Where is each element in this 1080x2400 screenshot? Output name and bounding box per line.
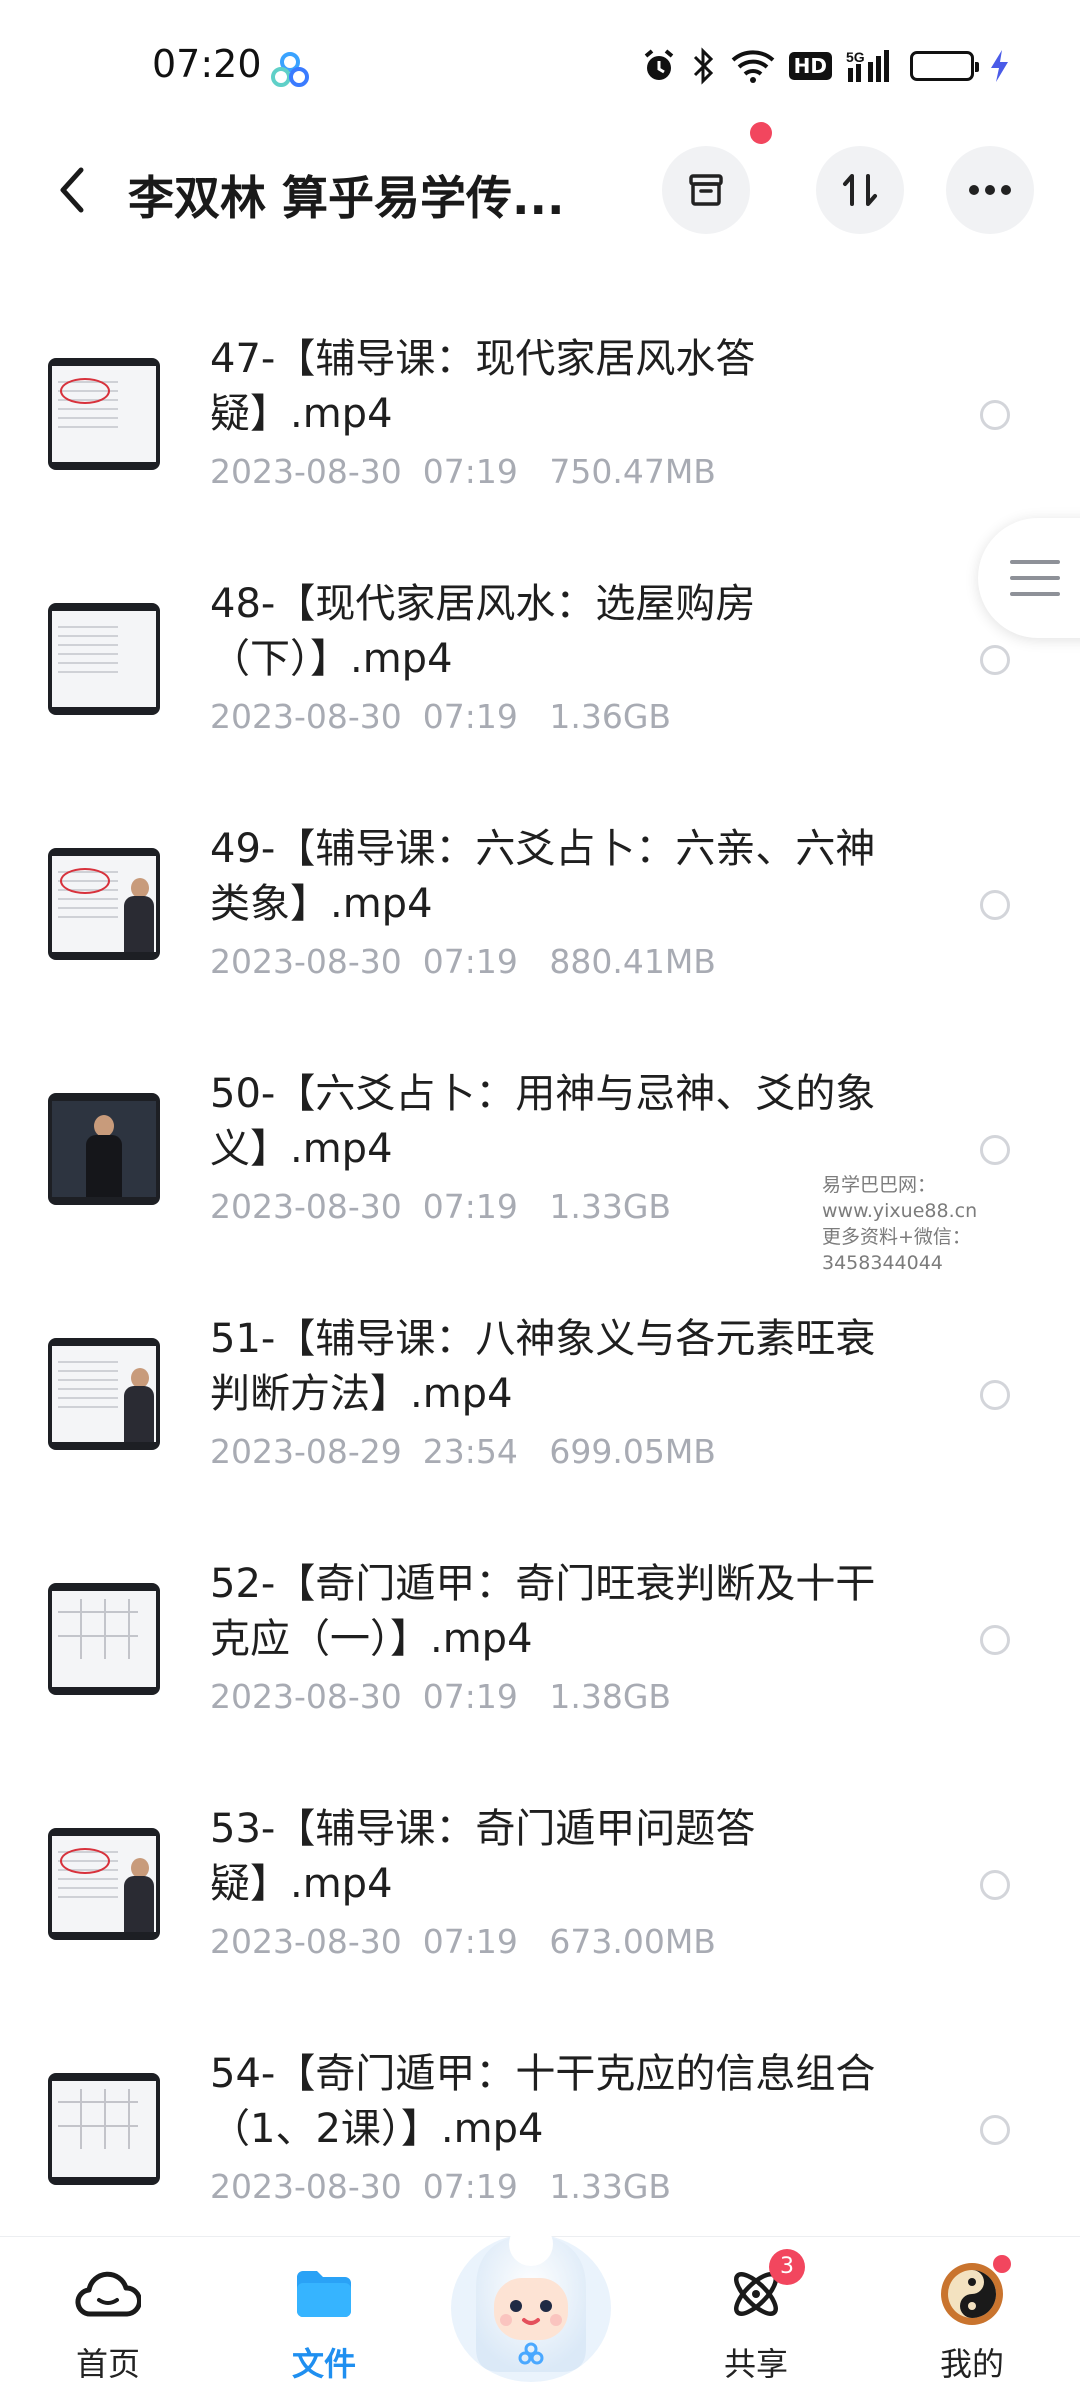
nav-label: 共享 xyxy=(723,2345,788,2383)
page-header: 李双林 算乎易学传... xyxy=(0,130,1080,250)
select-checkbox[interactable] xyxy=(980,645,1010,675)
app-cloud-icon xyxy=(271,52,309,87)
status-bar: 07:20 HD 5G xyxy=(0,0,1080,120)
nav-label: 文件 xyxy=(291,2345,356,2383)
file-item[interactable]: 51-【辅导课：八神象义与各元素旺衰判断方法】.mp4 2023-08-29 2… xyxy=(0,1270,1080,1515)
nav-share[interactable]: 3 共享 xyxy=(676,2249,836,2385)
select-checkbox[interactable] xyxy=(980,400,1010,430)
nav-mine[interactable]: 我的 xyxy=(892,2253,1052,2385)
nav-files[interactable]: 文件 xyxy=(244,2259,404,2385)
archive-button[interactable] xyxy=(662,146,750,234)
back-button[interactable] xyxy=(48,160,96,220)
select-checkbox[interactable] xyxy=(980,1870,1010,1900)
file-meta: 2023-08-30 07:19 1.33GB xyxy=(210,1187,672,1226)
file-meta: 2023-08-30 07:19 673.00MB xyxy=(210,1922,716,1961)
select-checkbox[interactable] xyxy=(980,1135,1010,1165)
notification-dot xyxy=(750,122,772,144)
file-name: 52-【奇门遁甲：奇门旺衰判断及十干克应（一）】.mp4 xyxy=(210,1561,876,1662)
file-item[interactable]: 47-【辅导课：现代家居风水答疑】.mp4 2023-08-30 07:19 7… xyxy=(0,290,1080,535)
signal-icon: 5G xyxy=(846,46,896,86)
bluetooth-icon xyxy=(691,46,717,86)
file-meta: 2023-08-30 07:19 1.33GB xyxy=(210,2167,672,2206)
archive-icon xyxy=(689,174,723,206)
nav-home[interactable]: 首页 xyxy=(28,2259,188,2385)
page-title: 李双林 算乎易学传... xyxy=(128,171,565,225)
select-checkbox[interactable] xyxy=(980,1625,1010,1655)
alarm-icon xyxy=(641,46,677,86)
video-thumbnail xyxy=(48,848,160,960)
menu-lines-icon xyxy=(1010,560,1060,596)
video-thumbnail xyxy=(48,1583,160,1695)
file-name: 54-【奇门遁甲：十干克应的信息组合（1、2课）】.mp4 xyxy=(210,2051,876,2152)
nav-label: 首页 xyxy=(75,2345,140,2383)
file-browser-screen: 07:20 HD 5G 李双林 算乎易学传... 47-【辅导课：现代家居风水答… xyxy=(0,0,1080,2400)
video-thumbnail xyxy=(48,1828,160,1940)
charging-icon xyxy=(988,46,1010,86)
status-icons: HD 5G xyxy=(641,46,1010,86)
file-name: 51-【辅导课：八神象义与各元素旺衰判断方法】.mp4 xyxy=(210,1316,876,1417)
share-badge: 3 xyxy=(769,2249,805,2285)
file-item[interactable]: 49-【辅导课：六爻占卜：六亲、六神类象】.mp4 2023-08-30 07:… xyxy=(0,780,1080,1025)
file-meta: 2023-08-30 07:19 1.38GB xyxy=(210,1677,672,1716)
wifi-icon xyxy=(731,46,775,86)
file-name: 47-【辅导课：现代家居风水答疑】.mp4 xyxy=(210,336,756,437)
status-time: 07:20 xyxy=(152,42,262,86)
nav-label: 我的 xyxy=(939,2345,1004,2383)
battery-icon xyxy=(910,46,979,86)
video-thumbnail xyxy=(48,2073,160,2185)
svg-text:5G: 5G xyxy=(846,49,865,65)
chevron-left-icon xyxy=(60,167,84,213)
folder-icon xyxy=(297,2271,351,2317)
file-name: 49-【辅导课：六爻占卜：六亲、六神类象】.mp4 xyxy=(210,826,876,927)
file-meta: 2023-08-30 07:19 880.41MB xyxy=(210,942,716,981)
select-checkbox[interactable] xyxy=(980,890,1010,920)
video-thumbnail xyxy=(48,358,160,470)
select-checkbox[interactable] xyxy=(980,1380,1010,1410)
file-meta: 2023-08-29 23:54 699.05MB xyxy=(210,1432,716,1471)
watermark: 易学巴巴网：www.yixue88.cn 更多资料+微信：3458344044 xyxy=(822,1174,978,1274)
cloud-icon xyxy=(75,2271,141,2317)
select-checkbox[interactable] xyxy=(980,2115,1010,2145)
file-name: 50-【六爻占卜：用神与忌神、爻的象义】.mp4 xyxy=(210,1071,876,1172)
sort-button[interactable] xyxy=(816,146,904,234)
file-name: 48-【现代家居风水：选屋购房（下）】.mp4 xyxy=(210,581,756,682)
more-button[interactable] xyxy=(946,146,1034,234)
mascot-assistant-icon[interactable] xyxy=(436,2208,626,2388)
hd-icon: HD xyxy=(788,46,832,86)
file-name: 53-【辅导课：奇门遁甲问题答疑】.mp4 xyxy=(210,1806,756,1907)
file-meta: 2023-08-30 07:19 750.47MB xyxy=(210,452,716,491)
video-thumbnail xyxy=(48,603,160,715)
video-thumbnail xyxy=(48,1093,160,1205)
mine-dot xyxy=(991,2253,1013,2275)
file-item[interactable]: 48-【现代家居风水：选屋购房（下）】.mp4 2023-08-30 07:19… xyxy=(0,535,1080,780)
file-item[interactable]: 53-【辅导课：奇门遁甲问题答疑】.mp4 2023-08-30 07:19 6… xyxy=(0,1760,1080,2005)
video-thumbnail xyxy=(48,1338,160,1450)
file-item[interactable]: 52-【奇门遁甲：奇门旺衰判断及十干克应（一）】.mp4 2023-08-30 … xyxy=(0,1515,1080,1760)
more-icon xyxy=(969,185,1011,195)
file-meta: 2023-08-30 07:19 1.36GB xyxy=(210,697,672,736)
sort-icon xyxy=(843,174,877,206)
